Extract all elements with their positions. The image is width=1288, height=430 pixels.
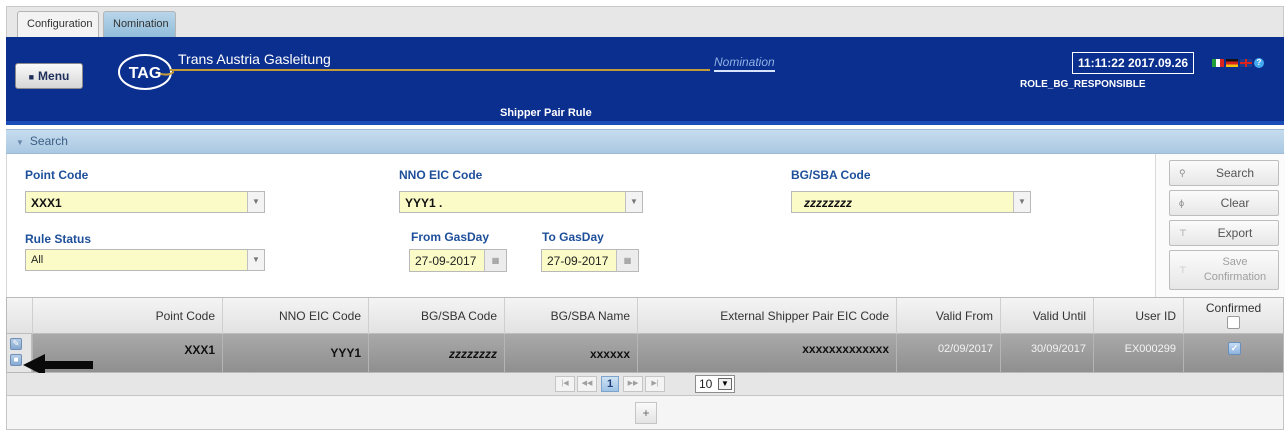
column-header-bg-sba-name[interactable]: BG/SBA Name xyxy=(504,298,637,334)
column-header-valid-until[interactable]: Valid Until xyxy=(1000,298,1093,334)
app-header: ■ Menu TAG Trans Austria Gasleitung Nomin… xyxy=(6,37,1284,125)
italian-flag-icon[interactable] xyxy=(1212,58,1224,67)
page-size-select[interactable]: 10 ▼ xyxy=(695,375,735,393)
save-icon: ⊤ xyxy=(1179,265,1187,275)
collapse-triangle-icon: ▼ xyxy=(16,138,24,147)
save-confirmation-label-line2: Confirmation xyxy=(1203,271,1267,283)
cell-confirmed: ✓ xyxy=(1183,334,1283,372)
search-panel-title: Search xyxy=(29,134,68,148)
grid-header: Point Code NNO EIC Code BG/SBA Code BG/S… xyxy=(7,298,1283,334)
current-page-button[interactable]: 1 xyxy=(601,376,619,392)
column-header-nno-eic-code[interactable]: NNO EIC Code xyxy=(222,298,368,334)
german-flag-icon[interactable] xyxy=(1226,58,1238,67)
rule-status-select[interactable]: All ▼ xyxy=(25,249,265,271)
confirmed-checkbox[interactable]: ✓ xyxy=(1228,342,1241,355)
to-gasday-value: 27-09-2017 xyxy=(547,254,609,268)
page-size-value: 10 xyxy=(699,377,713,391)
save-confirmation-button[interactable]: ⊤ Save Confirmation xyxy=(1169,250,1279,290)
calendar-icon[interactable]: ▦ xyxy=(616,250,638,271)
column-header-user-id[interactable]: User ID xyxy=(1093,298,1183,334)
column-header-bg-sba-code[interactable]: BG/SBA Code xyxy=(368,298,504,334)
clock-display: 11:11:22 2017.09.26 xyxy=(1072,52,1194,74)
chevron-down-icon[interactable]: ▼ xyxy=(1013,192,1030,212)
cell-valid-until: 30/09/2017 xyxy=(1000,334,1093,372)
point-code-select[interactable]: XXX1 ▼ xyxy=(25,191,265,213)
cell-bg-sba-code: zzzzzzzz xyxy=(368,334,504,372)
menu-button[interactable]: ■ Menu xyxy=(15,63,83,89)
export-button[interactable]: ⊤ Export xyxy=(1169,220,1279,246)
cell-external-code: xxxxxxxxxxxxx xyxy=(637,334,896,372)
previous-page-icon[interactable]: ◀◀ xyxy=(577,376,597,392)
tag-logo: TAG xyxy=(118,54,174,90)
column-header-point-code[interactable]: Point Code xyxy=(32,298,222,334)
language-flags: ? xyxy=(1212,55,1264,68)
bg-sba-code-select[interactable]: zzzzzzzz ▼ xyxy=(791,191,1031,213)
nno-eic-code-select[interactable]: YYY1 . ▼ xyxy=(399,191,643,213)
save-confirmation-label-line1: Save xyxy=(1222,256,1248,268)
column-header-valid-from[interactable]: Valid From xyxy=(896,298,1000,334)
clear-button-label: Clear xyxy=(1220,196,1250,210)
chevron-down-icon[interactable]: ▼ xyxy=(247,192,264,212)
calendar-icon[interactable]: ▦ xyxy=(484,250,506,271)
first-page-icon[interactable]: |◀ xyxy=(555,376,575,392)
select-all-confirmed-checkbox[interactable] xyxy=(1227,316,1240,329)
rule-status-value: All xyxy=(31,254,44,266)
export-button-label: Export xyxy=(1217,226,1253,240)
edit-icon[interactable]: ✎ xyxy=(10,338,22,350)
bg-sba-code-label: BG/SBA Code xyxy=(791,168,871,182)
tab-nomination[interactable]: Nomination xyxy=(103,11,176,38)
confirmed-header-label: Confirmed xyxy=(1205,301,1262,315)
from-gasday-value: 27-09-2017 xyxy=(415,254,477,268)
to-gasday-label: To GasDay xyxy=(542,230,604,244)
column-header-confirmed: Confirmed xyxy=(1183,298,1283,334)
last-page-icon[interactable]: ▶| xyxy=(645,376,665,392)
nno-eic-code-value: YYY1 . xyxy=(405,196,443,210)
column-header-external-code[interactable]: External Shipper Pair EIC Code xyxy=(637,298,896,334)
search-panel-header[interactable]: ▼ Search xyxy=(6,129,1284,154)
table-row[interactable]: ✎ ■ XXX1 YYY1 zzzzzzzz xxxxxx xxxxxxxxxx… xyxy=(7,334,1283,372)
search-button[interactable]: ⚲ Search xyxy=(1169,160,1279,186)
logo-text: TAG xyxy=(129,65,162,82)
to-gasday-field[interactable]: 27-09-2017 ▦ xyxy=(541,249,639,272)
brand-underline xyxy=(170,69,710,71)
cell-nno-eic-code: YYY1 xyxy=(222,334,368,372)
grid-footer: + xyxy=(6,396,1284,430)
from-gasday-field[interactable]: 27-09-2017 ▦ xyxy=(409,249,507,272)
point-code-label: Point Code xyxy=(25,168,89,182)
chevron-down-icon[interactable]: ▼ xyxy=(247,250,264,270)
user-role: ROLE_BG_RESPONSIBLE xyxy=(1020,79,1146,90)
cell-valid-from: 02/09/2017 xyxy=(896,334,1000,372)
cell-user-id: EX000299 xyxy=(1093,334,1183,372)
from-gasday-label: From GasDay xyxy=(411,230,490,244)
search-button-label: Search xyxy=(1215,166,1255,180)
export-icon: ⊤ xyxy=(1179,228,1187,238)
action-buttons-panel: ⚲ Search ϕ Clear ⊤ Export ⊤ Save Confirmati… xyxy=(1155,154,1285,297)
search-icon: ⚲ xyxy=(1179,168,1186,178)
english-flag-icon[interactable] xyxy=(1240,58,1252,67)
pagination-bar: |◀ ◀◀ 1 ▶▶ ▶| 10 ▼ xyxy=(6,373,1284,396)
nomination-link[interactable]: Nomination xyxy=(714,55,775,72)
cell-bg-sba-name: xxxxxx xyxy=(504,334,637,372)
delete-icon[interactable]: ■ xyxy=(10,354,22,366)
bg-sba-code-value: zzzzzzzz xyxy=(804,196,852,210)
next-page-icon[interactable]: ▶▶ xyxy=(623,376,643,392)
brand-name: Trans Austria Gasleitung xyxy=(178,51,331,67)
module-tab-bar: Configuration Nomination xyxy=(6,6,1284,38)
chevron-down-icon[interactable]: ▼ xyxy=(625,192,642,212)
tab-configuration[interactable]: Configuration xyxy=(17,11,99,38)
nno-eic-code-label: NNO EIC Code xyxy=(399,168,483,182)
search-form: Point Code XXX1 ▼ NNO EIC Code YYY1 . ▼ … xyxy=(6,154,1285,297)
page-title: Shipper Pair Rule xyxy=(500,107,592,119)
chevron-down-icon[interactable]: ▼ xyxy=(718,378,732,390)
rule-status-label: Rule Status xyxy=(25,232,92,246)
results-grid: Point Code NNO EIC Code BG/SBA Code BG/S… xyxy=(6,297,1284,376)
help-icon[interactable]: ? xyxy=(1254,57,1264,68)
clear-icon: ϕ xyxy=(1179,198,1185,208)
point-code-value: XXX1 xyxy=(31,196,62,210)
menu-button-label: Menu xyxy=(38,69,70,83)
clear-button[interactable]: ϕ Clear xyxy=(1169,190,1279,216)
add-row-button[interactable]: + xyxy=(635,402,657,424)
menu-icon: ■ xyxy=(28,72,35,82)
